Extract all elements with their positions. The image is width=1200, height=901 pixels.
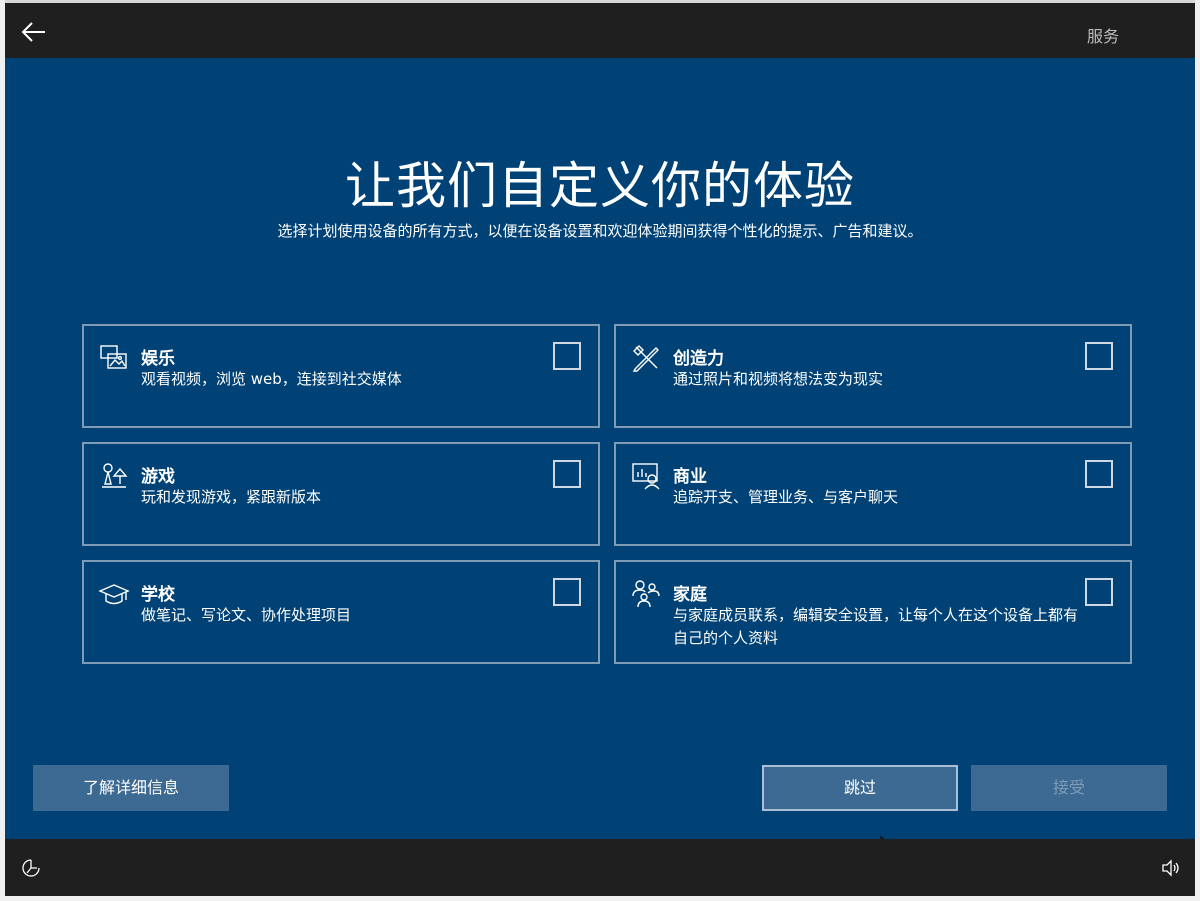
card-title: 娱乐 — [141, 349, 175, 369]
family-icon — [630, 578, 662, 610]
page-subtitle: 选择计划使用设备的所有方式，以便在设备设置和欢迎体验期间获得个性化的提示、广告和… — [277, 222, 923, 240]
back-arrow-icon — [21, 22, 45, 42]
card-title: 学校 — [141, 585, 175, 605]
card-description: 做笔记、写论文、协作处理项目 — [141, 606, 352, 624]
learn-more-button[interactable]: 了解详细信息 — [33, 765, 229, 811]
card-title: 创造力 — [673, 349, 724, 369]
bottom-bar — [5, 839, 1195, 896]
card-family[interactable]: 家庭 与家庭成员联系，编辑安全设置，让每个人在这个设备上都有自己的个人资料 — [614, 560, 1132, 664]
ease-of-access-icon[interactable] — [21, 858, 41, 878]
card-business[interactable]: 商业 追踪开支、管理业务、与客户聊天 — [614, 442, 1132, 546]
card-gaming[interactable]: 游戏 玩和发现游戏，紧跟新版本 — [82, 442, 600, 546]
checkbox-gaming[interactable] — [553, 460, 581, 488]
school-icon — [98, 578, 130, 610]
back-button[interactable] — [19, 17, 49, 47]
checkbox-creativity[interactable] — [1085, 342, 1113, 370]
top-bar: 服务 — [5, 0, 1195, 61]
card-title: 家庭 — [673, 585, 707, 605]
business-icon — [630, 460, 662, 492]
card-description: 追踪开支、管理业务、与客户聊天 — [673, 488, 899, 506]
volume-icon[interactable] — [1161, 858, 1181, 878]
gaming-icon — [98, 460, 130, 492]
tab-services: 服务 — [1086, 27, 1119, 46]
card-creativity[interactable]: 创造力 通过照片和视频将想法变为现实 — [614, 324, 1132, 428]
checkbox-school[interactable] — [553, 578, 581, 606]
accept-button[interactable]: 接受 — [971, 765, 1167, 811]
checkbox-entertainment[interactable] — [553, 342, 581, 370]
skip-button[interactable]: 跳过 — [762, 765, 958, 811]
card-entertainment[interactable]: 娱乐 观看视频，浏览 web，连接到社交媒体 — [82, 324, 600, 428]
page-title: 让我们自定义你的体验 — [345, 157, 855, 215]
checkbox-business[interactable] — [1085, 460, 1113, 488]
card-description: 玩和发现游戏，紧跟新版本 — [141, 488, 322, 506]
entertainment-icon — [98, 342, 130, 374]
card-title: 商业 — [673, 467, 707, 487]
creativity-icon — [630, 342, 662, 374]
oobe-window: 服务 让我们自定义你的体验 选择计划使用设备的所有方式，以便在设备设置和欢迎体验… — [5, 0, 1195, 896]
checkbox-family[interactable] — [1085, 578, 1113, 606]
card-school[interactable]: 学校 做笔记、写论文、协作处理项目 — [82, 560, 600, 664]
card-title: 游戏 — [141, 467, 175, 487]
main-panel: 让我们自定义你的体验 选择计划使用设备的所有方式，以便在设备设置和欢迎体验期间获… — [5, 58, 1195, 860]
card-description: 与家庭成员联系，编辑安全设置，让每个人在这个设备上都有自己的个人资料 — [673, 606, 1079, 647]
card-description: 观看视频，浏览 web，连接到社交媒体 — [141, 370, 402, 388]
card-description: 通过照片和视频将想法变为现实 — [673, 370, 884, 388]
